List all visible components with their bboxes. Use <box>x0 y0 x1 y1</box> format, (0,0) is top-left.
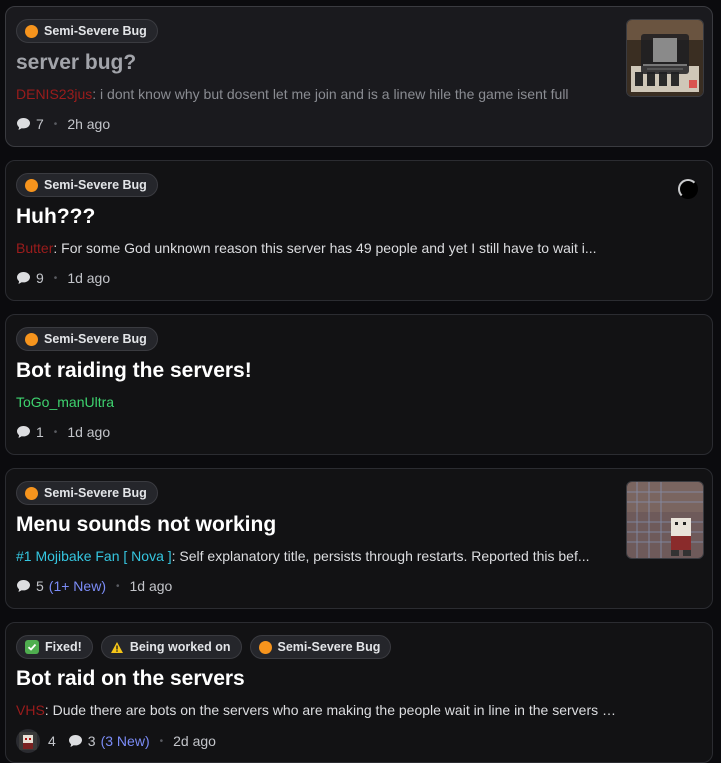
post-tags: Fixed! Being worked on Semi-Severe Bug <box>16 635 392 659</box>
thumbnail-image <box>627 482 703 558</box>
post-meta: 5 (1+ New) • 1d ago <box>16 578 172 594</box>
post-title[interactable]: Bot raiding the servers! <box>16 359 252 383</box>
post-preview: ToGo_manUltra <box>16 394 616 410</box>
post-thumbnail[interactable] <box>626 19 704 97</box>
speech-bubble-icon <box>17 272 30 284</box>
post-preview-text: For some God unknown reason this server … <box>61 240 597 256</box>
post-meta: 7 • 2h ago <box>16 116 110 132</box>
tag-semi-severe-bug: Semi-Severe Bug <box>16 327 158 351</box>
separator-dot: • <box>159 735 164 747</box>
post-preview: #1 Mojibake Fan [ Nova ]: Self explanato… <box>16 548 590 564</box>
reply-count: 7 <box>36 116 44 132</box>
post-title[interactable]: server bug? <box>16 51 136 75</box>
post-time: 1d ago <box>67 424 111 440</box>
reply-count: 1 <box>36 424 44 440</box>
speech-bubble-icon <box>17 426 30 438</box>
tag-being-worked-on: Being worked on <box>100 635 242 659</box>
reaction-group[interactable]: 4 <box>16 729 56 753</box>
tag-label: Semi-Severe Bug <box>277 640 381 654</box>
post-time: 2h ago <box>67 116 111 132</box>
speech-bubble-icon <box>17 118 30 130</box>
post-title[interactable]: Menu sounds not working <box>16 513 276 537</box>
post-preview: VHS: Dude there are bots on the servers … <box>16 702 616 718</box>
post-author[interactable]: ToGo_manUltra <box>16 394 114 410</box>
post-card[interactable]: Fixed! Being worked on Semi-Severe Bug B… <box>5 622 713 763</box>
post-time: 1d ago <box>67 270 111 286</box>
post-preview: Butter: For some God unknown reason this… <box>16 240 597 256</box>
post-thumbnail[interactable] <box>626 481 704 559</box>
post-card[interactable]: Semi-Severe Bug server bug? DENIS23jus: … <box>5 6 713 147</box>
new-replies-badge[interactable]: (3 New) <box>101 733 150 749</box>
post-preview-text: Self explanatory title, persists through… <box>179 548 590 564</box>
new-replies-badge[interactable]: (1+ New) <box>49 578 106 594</box>
post-preview-text: Dude there are bots on the servers who a… <box>52 702 616 718</box>
tag-label: Semi-Severe Bug <box>44 24 147 38</box>
loading-spinner-icon <box>678 179 698 199</box>
orange-circle-icon <box>25 24 38 38</box>
tag-semi-severe-bug: Semi-Severe Bug <box>16 173 158 197</box>
post-meta: 9 • 1d ago <box>16 270 110 286</box>
post-time: 2d ago <box>173 733 216 749</box>
tag-fixed: Fixed! <box>16 635 93 659</box>
post-meta: 4 3 (3 New) • 2d ago <box>16 729 216 753</box>
thumbnail-image <box>627 20 703 96</box>
tag-semi-severe-bug: Semi-Severe Bug <box>16 19 158 43</box>
tag-semi-severe-bug: Semi-Severe Bug <box>249 635 392 659</box>
check-mark-icon <box>25 640 39 654</box>
orange-circle-icon <box>258 640 272 654</box>
separator-dot: • <box>53 426 58 438</box>
tag-semi-severe-bug: Semi-Severe Bug <box>16 481 158 505</box>
tag-label: Being worked on <box>129 640 231 654</box>
post-tags: Semi-Severe Bug <box>16 327 158 351</box>
post-author[interactable]: Butter <box>16 240 53 256</box>
reply-count: 9 <box>36 270 44 286</box>
speech-bubble-icon <box>17 580 30 592</box>
separator-dot: • <box>53 118 58 130</box>
post-title[interactable]: Bot raid on the servers <box>16 667 245 691</box>
post-tags: Semi-Severe Bug <box>16 173 158 197</box>
speech-bubble-icon <box>68 735 82 747</box>
post-preview-text: i dont know why but dosent let me join a… <box>100 86 569 102</box>
post-card[interactable]: Semi-Severe Bug Menu sounds not working … <box>5 468 713 609</box>
post-card[interactable]: Semi-Severe Bug Huh??? Butter: For some … <box>5 160 713 301</box>
reply-count: 3 <box>87 733 96 749</box>
post-author[interactable]: DENIS23jus <box>16 86 92 102</box>
avatar <box>16 729 40 753</box>
post-tags: Semi-Severe Bug <box>16 19 158 43</box>
tag-label: Semi-Severe Bug <box>44 332 147 346</box>
tag-label: Semi-Severe Bug <box>44 178 147 192</box>
tag-label: Semi-Severe Bug <box>44 486 147 500</box>
separator-dot: • <box>53 272 58 284</box>
reply-count: 5 <box>36 578 44 594</box>
forum-post-list: Semi-Severe Bug server bug? DENIS23jus: … <box>0 0 721 763</box>
tag-label: Fixed! <box>45 640 82 654</box>
post-meta: 1 • 1d ago <box>16 424 110 440</box>
reaction-count: 4 <box>48 733 56 749</box>
post-title[interactable]: Huh??? <box>16 205 95 229</box>
orange-circle-icon <box>25 332 38 346</box>
post-author[interactable]: VHS <box>16 702 45 718</box>
orange-circle-icon <box>25 486 38 500</box>
warning-icon <box>110 641 124 654</box>
separator-dot: • <box>115 580 120 592</box>
post-author[interactable]: #1 Mojibake Fan [ Nova ] <box>16 548 172 564</box>
orange-circle-icon <box>25 178 38 192</box>
post-tags: Semi-Severe Bug <box>16 481 158 505</box>
post-card[interactable]: Semi-Severe Bug Bot raiding the servers!… <box>5 314 713 455</box>
post-time: 1d ago <box>129 578 173 594</box>
post-preview: DENIS23jus: i dont know why but dosent l… <box>16 86 569 102</box>
